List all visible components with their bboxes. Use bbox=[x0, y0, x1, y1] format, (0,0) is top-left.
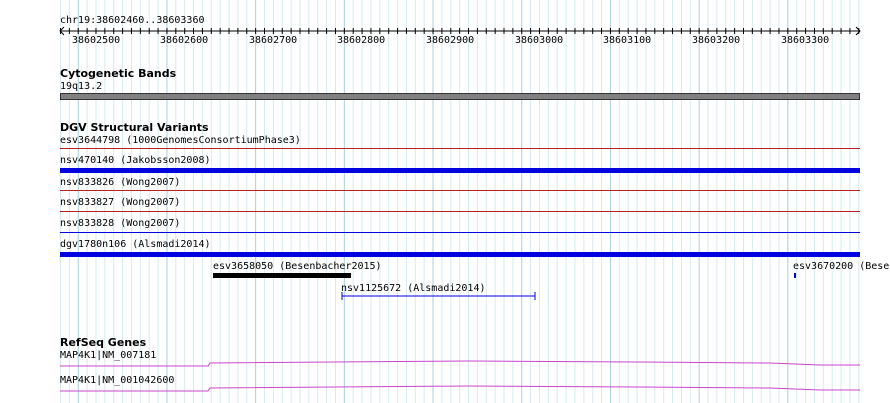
cytoband-label[interactable]: 19q13.2 bbox=[60, 81, 102, 92]
variant-label[interactable]: nsv833828 (Wong2007) bbox=[60, 218, 180, 229]
variant-bar[interactable] bbox=[794, 273, 796, 278]
variant-label[interactable]: dgv1780n106 (Alsmadi2014) bbox=[60, 239, 211, 250]
gene-model[interactable] bbox=[60, 358, 860, 370]
variant-bar[interactable] bbox=[60, 252, 860, 257]
ruler-tick-label: 38602600 bbox=[160, 35, 209, 46]
variant-bar[interactable] bbox=[60, 148, 860, 149]
variant-bar[interactable] bbox=[60, 168, 860, 173]
variant-label[interactable]: esv3644798 (1000GenomesConsortiumPhase3) bbox=[60, 135, 301, 146]
ruler-tick-label: 38603200 bbox=[692, 35, 741, 46]
dgv-track-title[interactable]: DGV Structural Variants bbox=[60, 122, 209, 133]
ruler-tick-label: 38603100 bbox=[603, 35, 652, 46]
variant-bar[interactable] bbox=[340, 291, 538, 301]
variant-label[interactable]: nsv833826 (Wong2007) bbox=[60, 177, 180, 188]
variant-label[interactable]: nsv470140 (Jakobsson2008) bbox=[60, 155, 211, 166]
ruler-tick-label: 38602800 bbox=[337, 35, 386, 46]
ruler-tick-label: 38602900 bbox=[426, 35, 475, 46]
refseq-track-title[interactable]: RefSeq Genes bbox=[60, 337, 146, 348]
ruler-tick-label: 38603300 bbox=[781, 35, 830, 46]
variant-label[interactable]: esv3670200 (Bese bbox=[793, 261, 889, 272]
variant-bar[interactable] bbox=[213, 273, 351, 278]
cytoband-track-title[interactable]: Cytogenetic Bands bbox=[60, 68, 176, 79]
ruler-tick-label: 38602700 bbox=[249, 35, 298, 46]
cytoband-bar[interactable] bbox=[60, 93, 860, 100]
variant-bar[interactable] bbox=[60, 211, 860, 212]
gene-model[interactable] bbox=[60, 383, 860, 395]
variant-bar[interactable] bbox=[60, 190, 860, 191]
variant-label[interactable]: nsv833827 (Wong2007) bbox=[60, 197, 180, 208]
ruler-tick-label: 38603000 bbox=[515, 35, 564, 46]
variant-bar[interactable] bbox=[60, 232, 860, 233]
ruler-tick-label: 38602500 bbox=[72, 35, 121, 46]
variant-label[interactable]: esv3658050 (Besenbacher2015) bbox=[213, 261, 382, 272]
